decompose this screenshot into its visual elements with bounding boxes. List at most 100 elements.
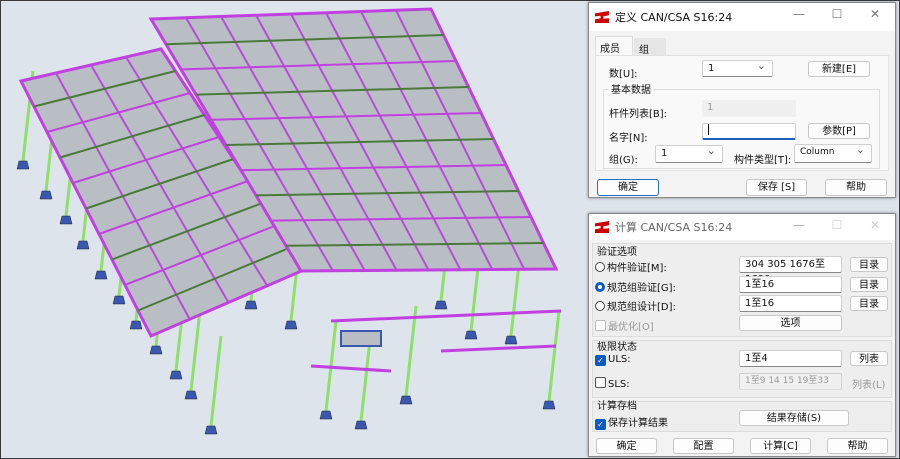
column (404, 305, 418, 397)
footing (464, 330, 478, 340)
define-dialog: 定义 CAN/CSA S16:24 — ☐ ✕ 成员 组 数[U]: 1 新建[… (588, 2, 896, 198)
column (209, 335, 223, 427)
code-group-verify-input[interactable]: 1至16 (739, 276, 842, 293)
footing (169, 370, 183, 380)
code-group-design-radio[interactable]: 规范组设计[D]: (595, 298, 676, 313)
minimize-button[interactable]: — (785, 218, 813, 232)
result-storage-button[interactable]: 结果存储(S) (739, 410, 849, 426)
member-verify-radio[interactable]: 构件验证[M]: (595, 259, 667, 274)
maximize-button[interactable]: ☐ (823, 218, 851, 232)
title-bar: 计算 CAN/CSA S16:24 — ☐ ✕ (589, 214, 895, 240)
dialog-title: 计算 CAN/CSA S16:24 (615, 221, 733, 234)
footing (39, 190, 53, 200)
footing (16, 160, 30, 170)
sls-label: SLS: (608, 379, 630, 390)
title-bar: 定义 CAN/CSA S16:24 — ☐ ✕ (589, 3, 895, 31)
dialog-title: 定义 CAN/CSA S16:24 (615, 11, 733, 24)
footing (59, 215, 73, 225)
code-group-design-label: 规范组设计[D]: (607, 302, 676, 313)
sls-checkbox[interactable]: SLS: (595, 377, 630, 390)
code-group-verify-list-button[interactable]: 目录 (850, 277, 888, 292)
tab-group[interactable]: 组 (634, 38, 666, 56)
config-button[interactable]: 配置 (673, 438, 734, 454)
steel-structure-model (16, 7, 562, 435)
number-label: 数[U]: (609, 69, 638, 80)
member-list-label: 杆件列表[B]: (609, 109, 668, 120)
uls-input[interactable]: 1至4 (739, 350, 842, 367)
checkmark-icon: ✓ (595, 419, 606, 430)
group-select[interactable]: 1 (655, 143, 723, 163)
beam (330, 309, 562, 323)
footing (76, 240, 90, 250)
member-list-button[interactable]: 目录 (850, 257, 888, 272)
uls-list-button[interactable]: 列表 (850, 351, 888, 366)
code-group-verify-radio[interactable]: 规范组验证[G]: (595, 279, 676, 294)
close-button[interactable]: ✕ (861, 7, 889, 21)
footing (184, 390, 198, 400)
maximize-button[interactable]: ☐ (823, 7, 851, 21)
sls-input: 1至9 14 15 19至33 (739, 373, 842, 390)
optimize-label: 最优化[O] (608, 322, 654, 333)
beam (310, 364, 392, 373)
archive-label: 计算存档 (597, 401, 637, 412)
sls-list-button: 列表(L) (852, 380, 886, 391)
code-group-design-list-button[interactable]: 目录 (850, 296, 888, 311)
number-select[interactable]: 1 (702, 58, 773, 77)
radio-selected-icon (595, 282, 605, 292)
tab-members[interactable]: 成员 (595, 36, 633, 55)
calculation-dialog: 计算 CAN/CSA S16:24 — ☐ ✕ 验证选项 构件验证[M]: 30… (588, 213, 896, 457)
checkmark-icon: ✓ (595, 355, 606, 366)
footing (149, 345, 163, 355)
footing (284, 320, 298, 330)
calculate-button[interactable]: 计算[C] (750, 438, 811, 454)
save-results-checkbox[interactable]: ✓ 保存计算结果 (595, 414, 668, 430)
footing (244, 300, 258, 310)
app-logo-icon (595, 221, 609, 233)
verify-options-label: 验证选项 (597, 247, 637, 258)
limit-states-label: 极限状态 (597, 342, 637, 353)
help-button[interactable]: 帮助 (825, 179, 887, 196)
basic-data-label: 基本数据 (609, 81, 653, 96)
uls-label: ULS: (608, 354, 631, 365)
minimize-button[interactable]: — (785, 7, 813, 21)
radio-icon (595, 301, 605, 311)
text-cursor (708, 124, 709, 135)
member-type-label: 构件类型[T]: (734, 155, 792, 166)
member-verify-label: 构件验证[M]: (607, 263, 667, 274)
checkbox-icon (595, 377, 606, 388)
checkbox-icon (595, 320, 606, 331)
radio-icon (595, 262, 605, 272)
beam (440, 344, 557, 353)
member-list-field: 1 (702, 100, 796, 117)
ok-button[interactable]: 确定 (597, 179, 659, 196)
group-label: 组(G): (609, 155, 638, 166)
footing (204, 425, 218, 435)
footing (112, 295, 126, 305)
params-button[interactable]: 参数[P] (808, 123, 870, 139)
code-group-design-input[interactable]: 1至16 (739, 295, 842, 312)
footing (542, 400, 556, 410)
name-input[interactable] (702, 123, 796, 140)
footing (94, 270, 108, 280)
footing (434, 300, 448, 310)
ok-button[interactable]: 确定 (596, 438, 657, 454)
member-verify-input[interactable]: 304 305 1676至1690 (739, 256, 842, 285)
uls-checkbox[interactable]: ✓ ULS: (595, 354, 631, 366)
close-button[interactable]: ✕ (861, 218, 889, 232)
save-results-label: 保存计算结果 (608, 418, 668, 429)
code-group-verify-label: 规范组验证[G]: (607, 283, 676, 294)
app-logo-icon (595, 11, 609, 23)
footing (399, 395, 413, 405)
optimize-checkbox: 最优化[O] (595, 318, 654, 333)
footing (129, 320, 143, 330)
save-button[interactable]: 保存 [S] (746, 179, 807, 196)
help-button[interactable]: 帮助 (827, 438, 888, 454)
footing (354, 420, 368, 430)
platform (340, 330, 382, 347)
member-type-select[interactable]: Column (794, 142, 872, 163)
footing (504, 335, 518, 345)
new-button[interactable]: 新建[E] (808, 61, 870, 77)
column (547, 310, 561, 402)
options-button[interactable]: 选项 (739, 315, 842, 331)
footing (319, 410, 333, 420)
